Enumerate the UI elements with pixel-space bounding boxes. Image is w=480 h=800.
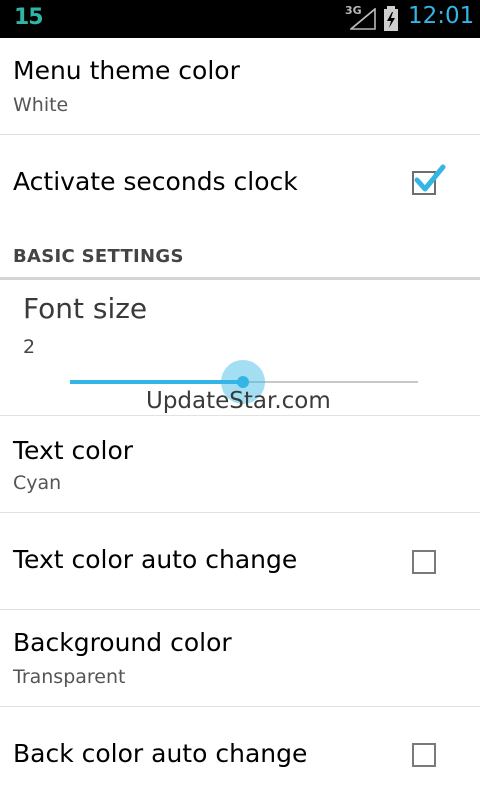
seconds-clock-checkbox[interactable] [412,164,446,195]
pref-back-color-auto-change[interactable]: Back color auto change [0,707,480,800]
status-clock: 12:01 [408,3,475,29]
pref-summary: Transparent [13,666,126,688]
section-header-basic-settings: BASIC SETTINGS [0,230,480,280]
notification-app-badge: 15 [14,5,44,30]
watermark-text: UpdateStar.com [146,388,331,414]
status-bar: 15 3G 12:01 [0,0,480,38]
slider-title: Font size [23,292,148,325]
pref-menu-theme-color[interactable]: Menu theme color White [0,38,480,135]
pref-activate-seconds-clock[interactable]: Activate seconds clock [0,135,480,230]
pref-summary: White [13,94,69,116]
pref-title: Text color [13,436,134,465]
signal-icon [350,8,376,30]
pref-title: Background color [13,628,232,657]
pref-title: Back color auto change [13,739,308,768]
back-color-auto-change-checkbox[interactable] [412,743,436,767]
pref-title: Menu theme color [13,56,240,85]
check-icon [414,164,446,192]
pref-text-color[interactable]: Text color Cyan [0,416,480,513]
pref-background-color[interactable]: Background color Transparent [0,610,480,707]
battery-charging-icon [384,6,398,31]
pref-font-size: Font size 2 UpdateStar.com [0,280,480,416]
pref-summary: Cyan [13,472,62,494]
pref-text-color-auto-change[interactable]: Text color auto change [0,513,480,610]
section-label: BASIC SETTINGS [13,246,184,267]
pref-title: Activate seconds clock [13,167,298,196]
pref-title: Text color auto change [13,545,298,574]
text-color-auto-change-checkbox[interactable] [412,550,436,574]
slider-value: 2 [23,336,36,358]
slider-fill [70,380,244,384]
